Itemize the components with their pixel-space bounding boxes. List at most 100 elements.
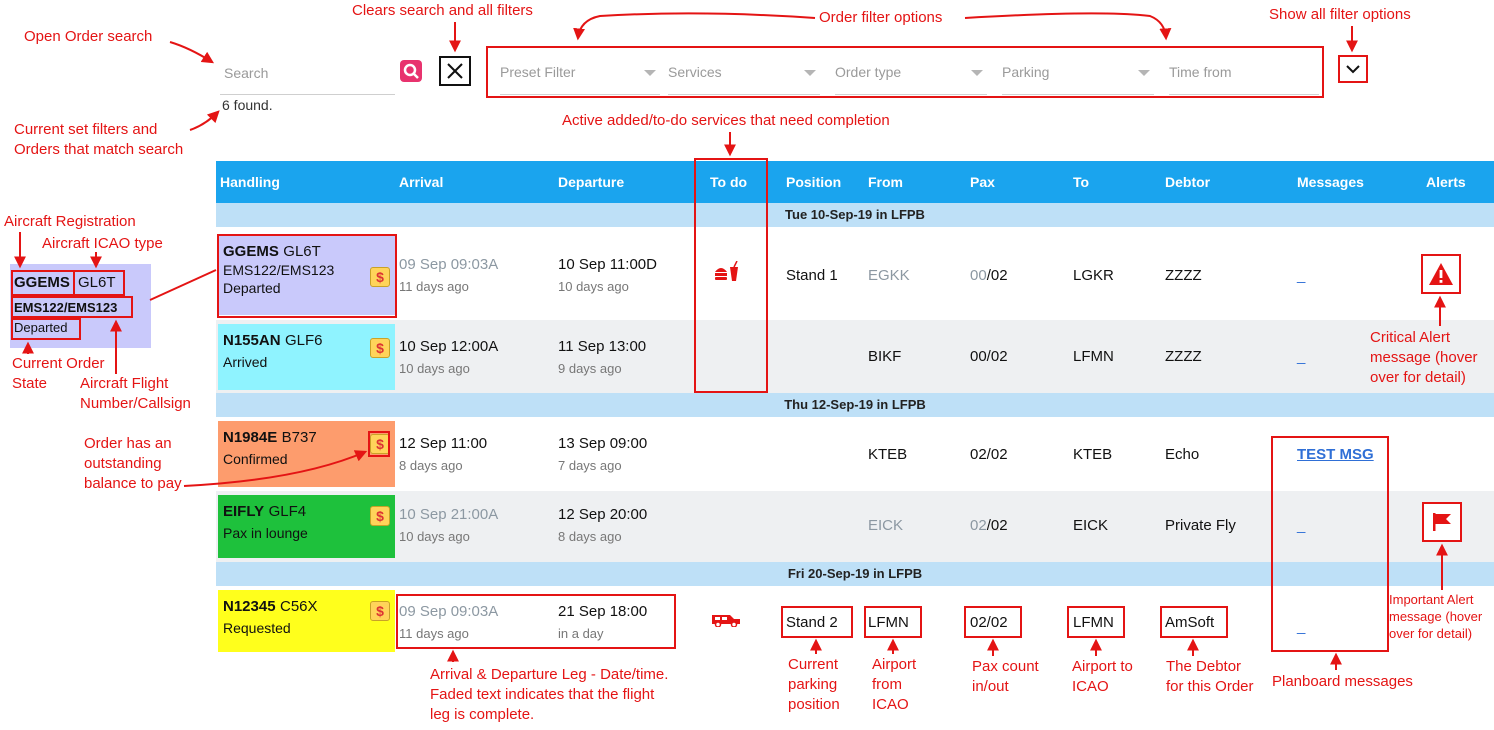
important-alert-button[interactable] (1422, 502, 1462, 542)
debtor-highlight (1160, 606, 1228, 638)
messages-highlight (1271, 436, 1389, 652)
departure-relative: 10 days ago (558, 279, 629, 294)
position-cell: Stand 1 (786, 267, 838, 284)
annotation: State (12, 375, 48, 392)
col-arrival[interactable]: Arrival (399, 174, 443, 190)
pax-cell: 02/02 (970, 446, 1008, 463)
pax-cell: 00/02 (970, 348, 1008, 365)
annotation: leg is complete. (430, 706, 535, 723)
annotation: Arrival & Departure Leg - Date/time. (430, 666, 669, 683)
departure-time: 13 Sep 09:00 (558, 435, 648, 452)
annotation: Critical Alert (1370, 329, 1451, 346)
warning-icon (1429, 263, 1453, 285)
col-pax[interactable]: Pax (970, 174, 995, 190)
annotation: The Debtor (1166, 658, 1242, 675)
col-departure[interactable]: Departure (558, 174, 624, 190)
table-row[interactable]: N155AN GLF6 Arrived $ 10 Sep 12:00A 10 d… (216, 320, 1494, 393)
annotation: Airport (872, 656, 917, 673)
found-count: 6 found. (222, 97, 273, 113)
clear-filters-button[interactable] (439, 56, 471, 86)
chevron-down-icon (1346, 65, 1360, 74)
filter-preset[interactable]: Preset Filter (500, 58, 660, 95)
critical-alert-button[interactable] (1421, 254, 1461, 294)
annotation: Current Order (12, 355, 105, 372)
position-highlight (781, 606, 853, 638)
debtor-cell: Echo (1165, 446, 1200, 463)
from-cell: KTEB (868, 446, 908, 463)
to-cell: LFMN (1073, 348, 1114, 365)
annotation: Orders that match search (14, 141, 184, 158)
departure-relative: 7 days ago (558, 458, 622, 473)
annotation: ICAO (872, 696, 909, 713)
annotation: Current set filters and (14, 121, 158, 138)
col-messages[interactable]: Messages (1297, 174, 1364, 190)
balance-highlight (368, 431, 390, 457)
caret-down-icon (644, 70, 656, 76)
message-cell[interactable]: _ (1297, 348, 1305, 365)
annotation: Faded text indicates that the flight (430, 686, 655, 703)
debtor-cell: ZZZZ (1165, 348, 1202, 365)
message-cell[interactable]: _ (1297, 267, 1305, 284)
filter-time-from[interactable]: Time from (1169, 58, 1319, 95)
state-highlight (11, 318, 81, 340)
debtor-cell: ZZZZ (1165, 267, 1202, 284)
show-all-filters-button[interactable] (1338, 55, 1368, 83)
col-debtor[interactable]: Debtor (1165, 174, 1210, 190)
annotation: from (872, 676, 902, 693)
arrival-relative: 10 days ago (399, 529, 470, 544)
table-header: Handling Arrival Departure To do Positio… (216, 161, 1494, 203)
annotation: Show all filter options (1269, 6, 1411, 23)
handling-highlight (217, 234, 397, 318)
legs-highlight (396, 594, 676, 649)
annotation: Active added/to-do services that need co… (562, 112, 890, 129)
col-to[interactable]: To (1073, 174, 1089, 190)
departure-relative: 8 days ago (558, 529, 622, 544)
open-search-icon[interactable] (400, 60, 422, 82)
annotation: Planboard messages (1272, 673, 1413, 690)
type-highlight (73, 270, 125, 296)
col-alerts[interactable]: Alerts (1426, 174, 1466, 190)
caret-down-icon (804, 70, 816, 76)
close-icon (447, 63, 463, 79)
transport-service-icon[interactable] (710, 611, 742, 632)
annotation: Aircraft Flight (80, 375, 169, 392)
balance-due-icon[interactable]: $ (370, 601, 390, 621)
arrival-time: 10 Sep 12:00A (399, 338, 499, 355)
to-cell: LGKR (1073, 267, 1114, 284)
pax-cell: 00/02 (970, 267, 1008, 284)
annotation: balance to pay (84, 475, 182, 492)
filter-order-type[interactable]: Order type (835, 58, 987, 95)
pax-cell: 02/02 (970, 517, 1008, 534)
reg-highlight (11, 270, 75, 296)
annotation: over for detail) (1370, 369, 1466, 386)
annotation: ICAO (1072, 678, 1109, 695)
col-from[interactable]: From (868, 174, 903, 190)
from-cell: EICK (868, 517, 904, 534)
annotation: Clears search and all filters (352, 2, 533, 19)
flag-icon (1433, 513, 1451, 531)
todo-highlight (694, 158, 768, 393)
annotation: message (hover (1389, 609, 1483, 624)
annotation: Number/Callsign (80, 395, 191, 412)
from-highlight (864, 606, 922, 638)
col-handling[interactable]: Handling (220, 174, 280, 190)
handling-cell[interactable]: N155AN GLF6 Arrived (218, 324, 395, 390)
from-cell: EGKK (868, 267, 910, 284)
table-row[interactable]: GGEMS GL6T EMS122/EMS123 Departed $ 09 S… (216, 227, 1494, 320)
col-position[interactable]: Position (786, 174, 841, 190)
filter-parking[interactable]: Parking (1002, 58, 1154, 95)
arrival-relative: 8 days ago (399, 458, 463, 473)
annotation: Order has an (84, 435, 172, 452)
search-field[interactable] (220, 58, 396, 95)
handling-cell[interactable]: EIFLY GLF4 Pax in lounge (218, 495, 395, 558)
search-input[interactable] (222, 64, 396, 82)
balance-due-icon[interactable]: $ (370, 506, 390, 526)
caret-down-icon (971, 70, 983, 76)
balance-due-icon[interactable]: $ (370, 338, 390, 358)
handling-cell[interactable]: N12345 C56X Requested (218, 590, 395, 652)
arrival-time: 09 Sep 09:03A (399, 256, 499, 273)
filter-options: Preset Filter Services Order type Parkin… (486, 46, 1324, 98)
annotation: for this Order (1166, 678, 1254, 695)
date-group-row: Thu 12-Sep-19 in LFPB (216, 393, 1494, 417)
filter-services[interactable]: Services (668, 58, 820, 95)
